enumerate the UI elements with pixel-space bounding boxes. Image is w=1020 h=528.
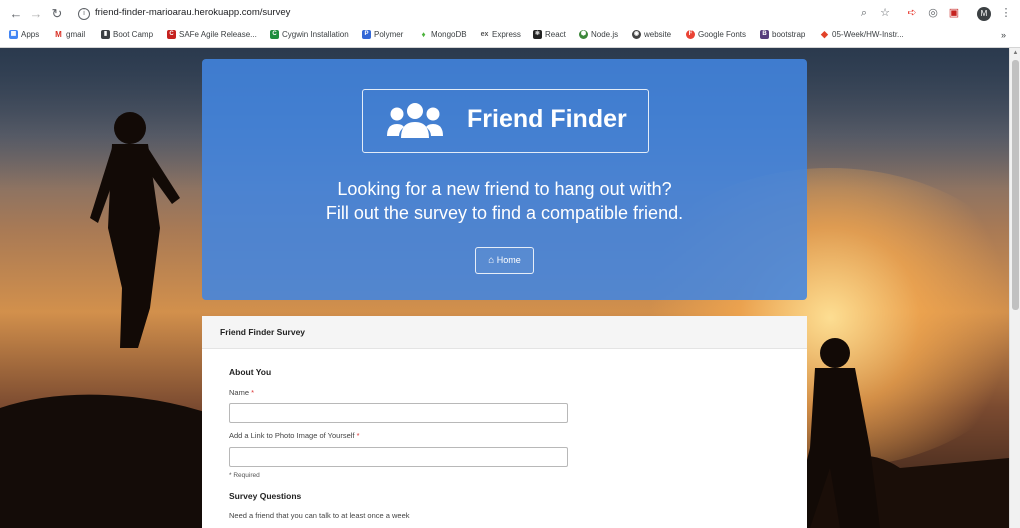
bookmark-safe[interactable]: C SAFe Agile Release... xyxy=(167,30,257,39)
home-button-label: Home xyxy=(496,255,521,265)
extension-circle-icon[interactable]: ◎ xyxy=(926,6,940,20)
bookmark-apps[interactable]: ▦ Apps xyxy=(9,30,39,39)
name-label: Name * xyxy=(229,388,255,397)
forward-arrow-icon[interactable]: → xyxy=(28,6,44,22)
tagline-line-2: Fill out the survey to find a compatible… xyxy=(325,203,684,223)
scroll-up-arrow-icon[interactable]: ▲ xyxy=(1010,48,1020,58)
bookmark-website[interactable]: ◉ website xyxy=(632,30,671,39)
survey-panel: Friend Finder Survey About You Name * Ad… xyxy=(202,316,807,528)
required-note: * Required xyxy=(229,472,260,479)
users-group-icon xyxy=(387,103,443,138)
photo-link-label: Add a Link to Photo Image of Yourself * xyxy=(229,431,360,440)
about-you-heading: About You xyxy=(229,367,272,377)
bookmark-gmail[interactable]: M gmail xyxy=(54,30,85,39)
extension-square-icon[interactable]: ▣ xyxy=(947,6,961,20)
google-fonts-icon: F xyxy=(686,30,695,39)
tagline-line-1: Looking for a new friend to hang out wit… xyxy=(337,179,672,199)
gitlab-icon: ◆ xyxy=(821,29,828,39)
mongodb-leaf-icon: ♦ xyxy=(421,30,426,39)
more-bookmarks-chevron[interactable]: » xyxy=(1001,30,1006,40)
page-scrollbar[interactable]: ▲ xyxy=(1009,48,1020,528)
bookmark-star-icon[interactable]: ☆ xyxy=(878,6,892,20)
browser-chrome: ← → ↻ i friend-finder-marioarau.herokuap… xyxy=(0,0,1020,48)
name-input[interactable] xyxy=(229,403,568,423)
bookmark-react[interactable]: ⚛ React xyxy=(533,30,566,39)
info-icon[interactable]: i xyxy=(78,8,90,20)
photo-link-input[interactable] xyxy=(229,447,568,467)
survey-questions-heading: Survey Questions xyxy=(229,491,302,501)
bookmark-hw-instructions[interactable]: ◆ 05-Week/HW-Instr... xyxy=(820,29,904,40)
bookmark-google-fonts[interactable]: F Google Fonts xyxy=(686,30,746,39)
globe-icon: ◉ xyxy=(632,30,641,39)
profile-avatar[interactable]: M xyxy=(977,7,991,21)
home-button[interactable]: ⌂ Home xyxy=(475,247,534,274)
url-text[interactable]: friend-finder-marioarau.herokuapp.com/su… xyxy=(95,7,290,18)
express-icon: ex xyxy=(480,31,489,38)
bookmark-nodejs[interactable]: ⬢ Node.js xyxy=(579,30,618,39)
brand-box: Friend Finder xyxy=(362,89,649,153)
nodejs-icon: ⬢ xyxy=(579,30,588,39)
bookmark-express[interactable]: ex Express xyxy=(480,30,521,39)
bookmark-boot-camp[interactable]: ▮ Boot Camp xyxy=(101,30,153,39)
back-arrow-icon[interactable]: ← xyxy=(8,6,24,22)
address-bar[interactable]: i friend-finder-marioarau.herokuapp.com/… xyxy=(70,3,900,25)
home-icon: ⌂ xyxy=(488,255,495,266)
panel-title: Friend Finder Survey xyxy=(220,327,306,337)
required-star: * xyxy=(356,431,360,440)
safe-icon: C xyxy=(167,30,176,39)
menu-dots-icon[interactable]: ⋮ xyxy=(999,6,1013,20)
bookmark-bootstrap[interactable]: B bootstrap xyxy=(760,30,805,39)
zoom-search-icon[interactable]: ⌕ xyxy=(857,6,871,20)
react-icon: ⚛ xyxy=(533,30,542,39)
book-icon: ▮ xyxy=(101,30,110,39)
apps-grid-icon: ▦ xyxy=(9,30,18,39)
page-title: Friend Finder xyxy=(467,105,627,133)
bootstrap-icon: B xyxy=(760,30,769,39)
bookmark-polymer[interactable]: P Polymer xyxy=(362,30,403,39)
question-1-label: Need a friend that you can talk to at le… xyxy=(229,511,410,520)
reload-icon[interactable]: ↻ xyxy=(49,6,65,22)
bookmarks-bar: ▦ Apps M gmail ▮ Boot Camp C SAFe Agile … xyxy=(0,28,1020,45)
gmail-icon: M xyxy=(55,30,62,39)
bookmark-mongodb[interactable]: ♦ MongoDB xyxy=(419,30,466,39)
jumbotron: Friend Finder Looking for a new friend t… xyxy=(202,59,807,300)
bookmark-cygwin[interactable]: C Cygwin Installation xyxy=(270,30,349,39)
panel-header: Friend Finder Survey xyxy=(202,316,807,349)
cygwin-icon: C xyxy=(270,30,279,39)
scrollbar-thumb[interactable] xyxy=(1012,60,1019,310)
polymer-icon: P xyxy=(362,30,371,39)
extension-arrow-icon[interactable]: ➪ xyxy=(905,6,919,20)
required-star: * xyxy=(251,388,255,397)
